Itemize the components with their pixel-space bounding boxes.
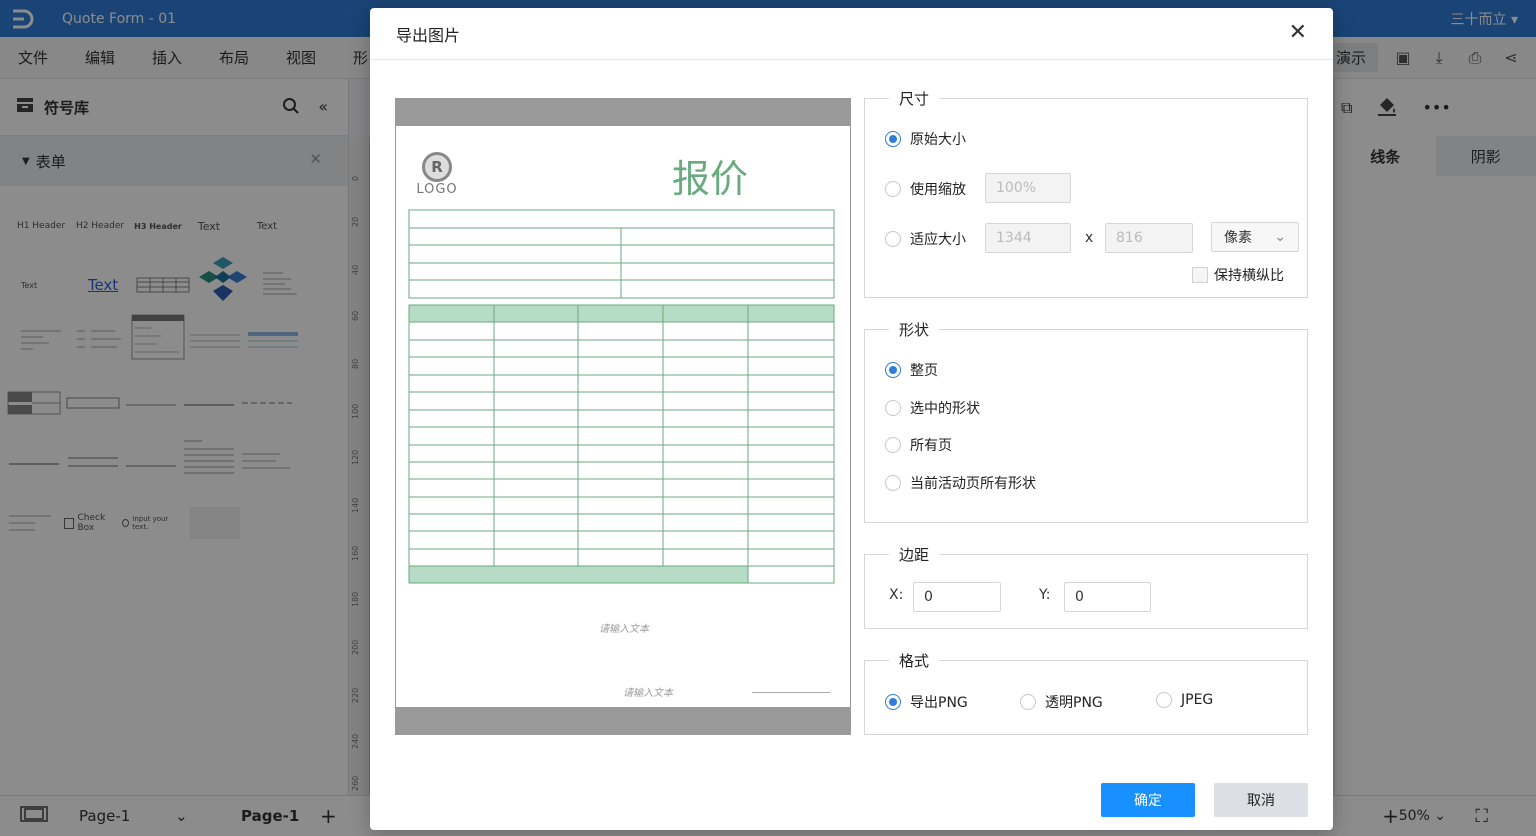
height-input[interactable]: 816 [1105, 223, 1193, 253]
margin-x-input[interactable]: 0 [913, 582, 1001, 612]
preview-placeholder-text: 请输入文本 [599, 624, 649, 635]
radio-active-page-shapes[interactable]: 当前活动页所有形状 [885, 473, 1036, 493]
keep-ratio-checkbox[interactable]: 保持横纵比 [1192, 265, 1284, 285]
close-icon[interactable]: ✕ [1289, 22, 1307, 44]
radio-whole-page[interactable]: 整页 [885, 360, 938, 380]
quote-table [408, 209, 835, 584]
margin-legend: 边距 [889, 544, 940, 565]
use-scale-label: 使用缩放 [910, 182, 966, 198]
radio-checked-icon [885, 131, 901, 147]
radio-icon [885, 181, 901, 197]
jpeg-label: JPEG [1181, 692, 1214, 708]
format-section: 格式 导出PNG 透明PNG JPEG [864, 650, 1308, 735]
logo-placeholder: R LOGO [416, 152, 458, 197]
radio-fit-size[interactable]: 适应大小 [885, 229, 966, 249]
cancel-button[interactable]: 取消 [1214, 783, 1308, 817]
radio-icon [885, 475, 901, 491]
radio-icon [1156, 692, 1172, 708]
radio-selected-shapes[interactable]: 选中的形状 [885, 398, 980, 418]
radio-icon [1020, 694, 1036, 710]
margin-y-label: Y: [1039, 587, 1051, 603]
margin-section: 边距 X: 0 Y: 0 [864, 544, 1308, 629]
whole-page-label: 整页 [910, 363, 938, 379]
transparent-png-label: 透明PNG [1045, 695, 1103, 711]
format-legend: 格式 [889, 650, 940, 671]
active-page-shapes-label: 当前活动页所有形状 [910, 476, 1036, 492]
dialog-title: 导出图片 [396, 25, 461, 45]
preview-signature-text: 请输入文本 [623, 688, 673, 699]
export-png-label: 导出PNG [910, 695, 968, 711]
radio-transparent-png[interactable]: 透明PNG [1020, 692, 1103, 712]
export-preview: R LOGO 报价 请输入文本 请输入文本 [395, 98, 851, 735]
size-section: 尺寸 原始大小 使用缩放 100% 适应大小 1344 x 816 像素 ⌄ 保… [864, 88, 1308, 298]
selected-shapes-label: 选中的形状 [910, 401, 980, 417]
margin-y-input[interactable]: 0 [1064, 582, 1151, 612]
preview-sheet: R LOGO 报价 请输入文本 请输入文本 [396, 126, 850, 707]
original-size-label: 原始大小 [910, 132, 966, 148]
margin-x-label: X: [889, 587, 904, 603]
fit-size-label: 适应大小 [910, 232, 966, 248]
radio-icon [885, 231, 901, 247]
radio-icon [885, 400, 901, 416]
unit-value: 像素 [1224, 230, 1252, 246]
radio-checked-icon [885, 362, 901, 378]
export-image-dialog: 导出图片 ✕ R LOGO 报价 请输入文本 请输入文本 尺寸 原始大小 使用缩… [370, 8, 1333, 830]
radio-icon [885, 437, 901, 453]
size-legend: 尺寸 [889, 88, 940, 109]
shape-section: 形状 整页 选中的形状 所有页 当前活动页所有形状 [864, 319, 1308, 523]
keep-ratio-label: 保持横纵比 [1214, 268, 1284, 284]
times-sign: x [1085, 230, 1094, 246]
radio-use-scale[interactable]: 使用缩放 [885, 179, 966, 199]
logo-circle-icon: R [422, 152, 452, 182]
shape-legend: 形状 [889, 319, 940, 340]
quote-heading: 报价 [672, 157, 749, 201]
width-input[interactable]: 1344 [985, 223, 1071, 253]
all-pages-label: 所有页 [910, 438, 952, 454]
logo-text: LOGO [416, 182, 458, 197]
radio-all-pages[interactable]: 所有页 [885, 435, 952, 455]
radio-original-size[interactable]: 原始大小 [885, 129, 966, 149]
radio-export-png[interactable]: 导出PNG [885, 692, 968, 712]
checkbox-icon [1192, 267, 1208, 283]
unit-select[interactable]: 像素 ⌄ [1211, 222, 1299, 252]
signature-line [752, 692, 830, 693]
radio-jpeg[interactable]: JPEG [1156, 692, 1213, 708]
confirm-button[interactable]: 确定 [1101, 783, 1195, 817]
scale-input[interactable]: 100% [985, 173, 1071, 203]
radio-checked-icon [885, 694, 901, 710]
chevron-down-icon: ⌄ [1274, 229, 1286, 245]
